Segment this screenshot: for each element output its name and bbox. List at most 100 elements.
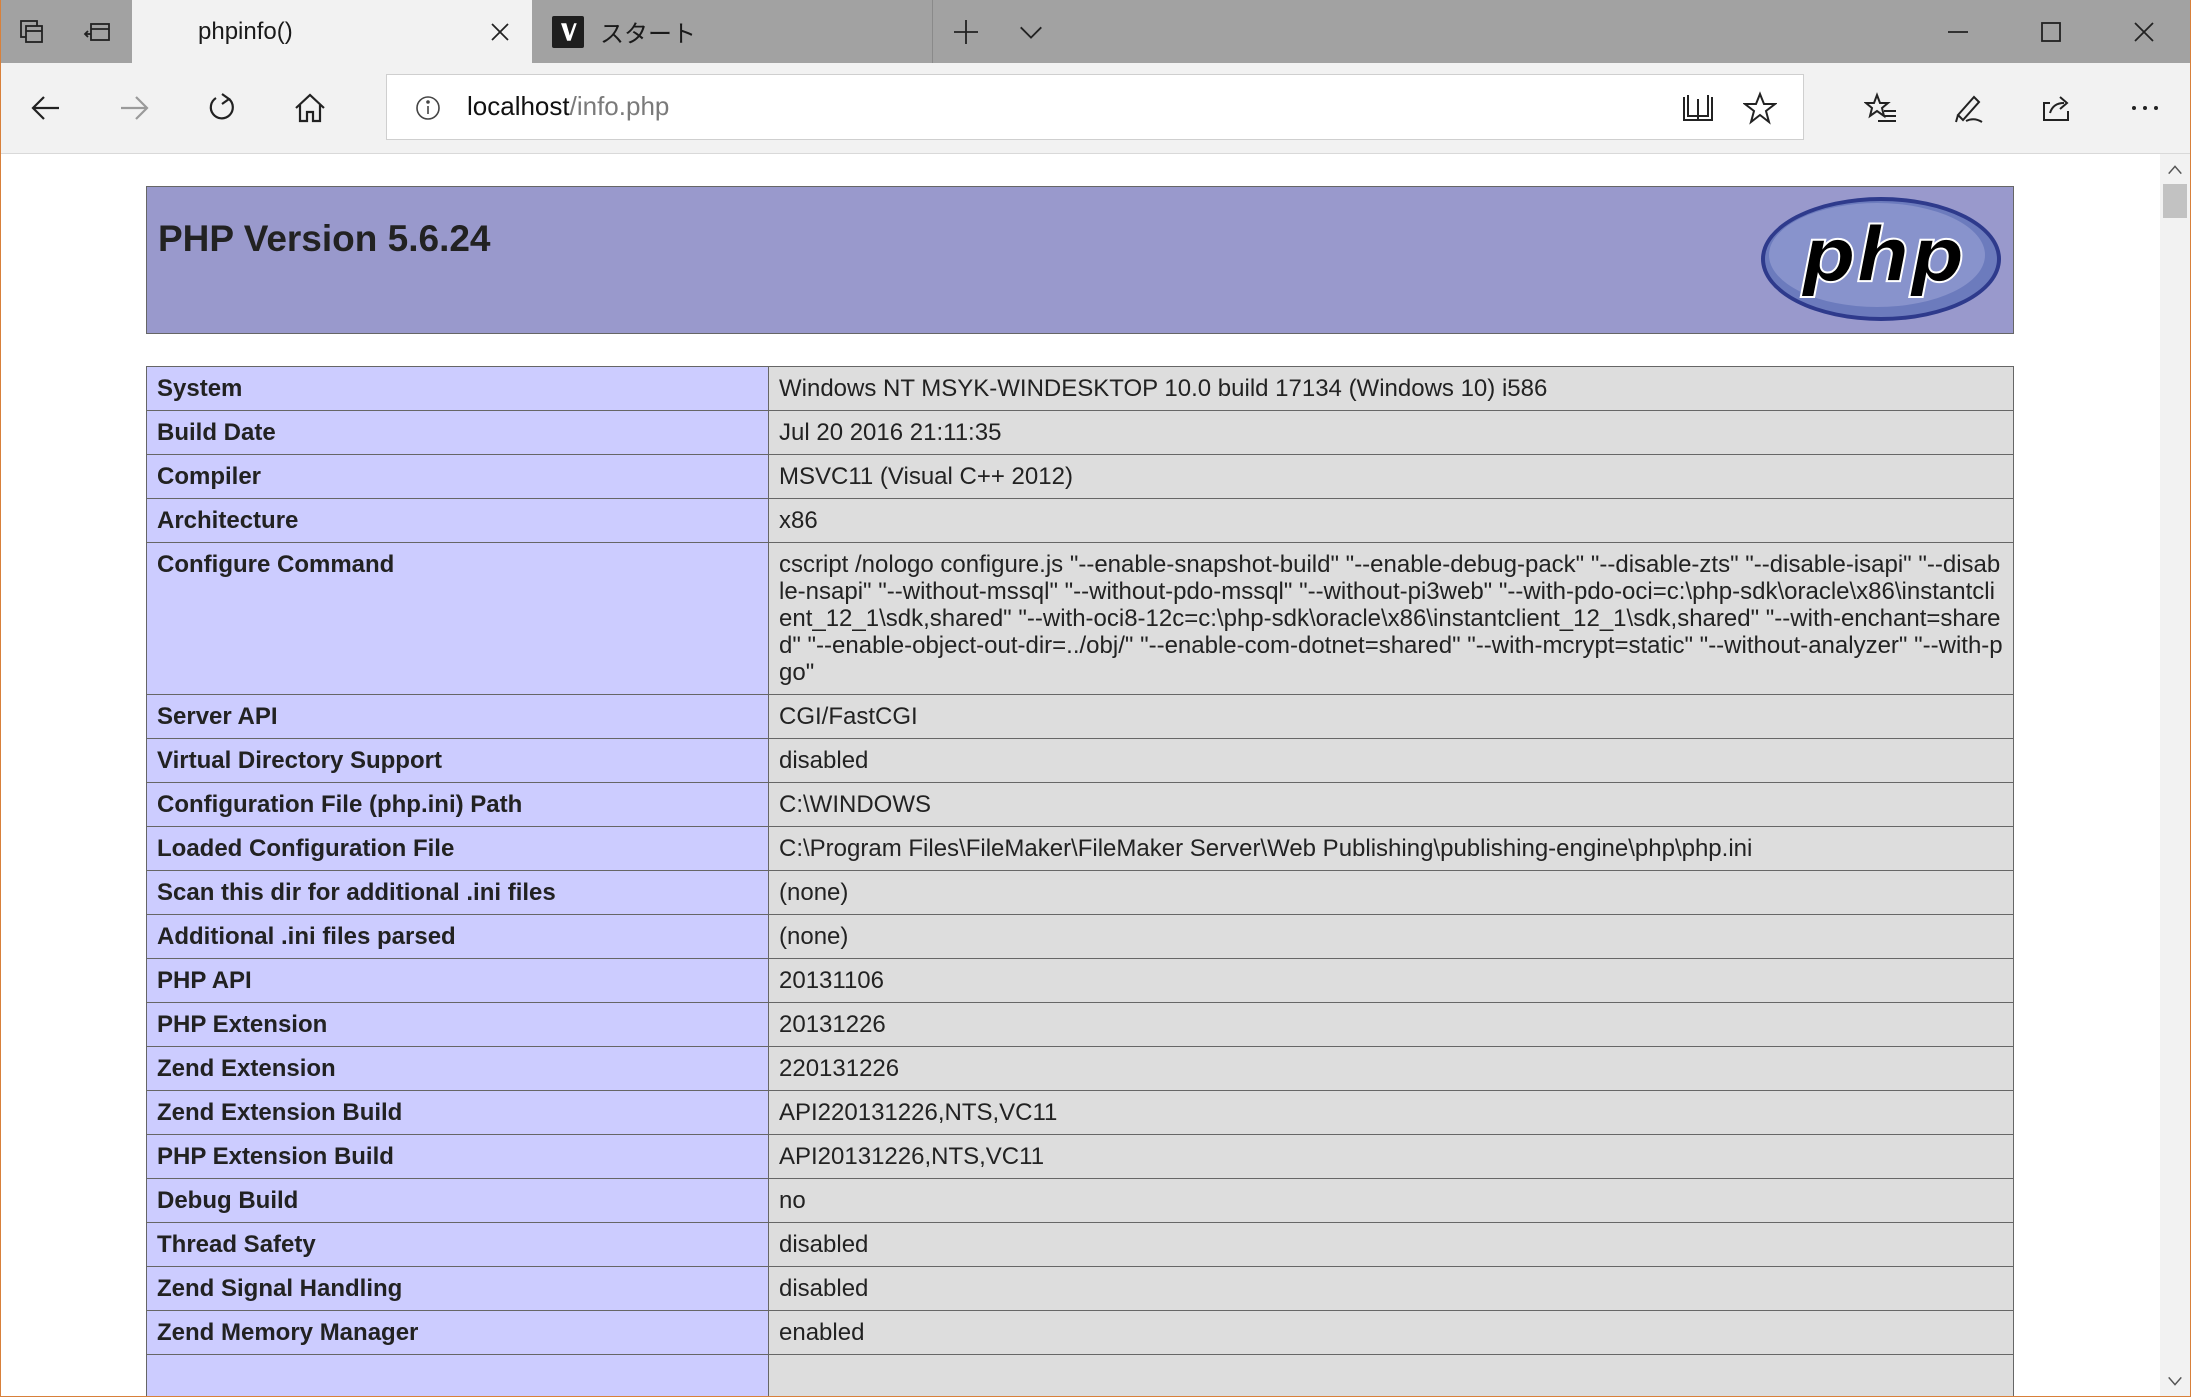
row-key: Compiler xyxy=(146,454,769,499)
php-header: PHP Version 5.6.24 php xyxy=(146,186,2014,334)
url-path: /info.php xyxy=(569,91,670,121)
row-key: Zend Memory Manager xyxy=(146,1310,769,1355)
table-row: Additional .ini files parsed (none) xyxy=(146,914,2014,959)
favorites-hub-icon[interactable] xyxy=(1837,63,1925,153)
table-row: PHP Extension Build API20131226,NTS,VC11 xyxy=(146,1134,2014,1179)
row-key: Server API xyxy=(146,694,769,739)
tab-title: phpinfo() xyxy=(198,17,293,45)
scroll-down-icon[interactable] xyxy=(2160,1367,2190,1395)
row-value: cscript /nologo configure.js "--enable-s… xyxy=(768,542,2014,695)
share-icon[interactable] xyxy=(2013,63,2101,153)
table-row: System Windows NT MSYK-WINDESKTOP 10.0 bu… xyxy=(146,366,2014,411)
row-value: C:\Program Files\FileMaker\FileMaker Ser… xyxy=(768,826,2014,871)
url-host: localhost xyxy=(467,91,570,121)
row-value: no xyxy=(768,1178,2014,1223)
row-value: (none) xyxy=(768,914,2014,959)
row-key: Configure Command xyxy=(146,542,769,695)
row-key xyxy=(146,1354,769,1397)
scrollbar[interactable] xyxy=(2160,154,2190,1397)
table-row: Configuration File (php.ini) Path C:\WIND… xyxy=(146,782,2014,827)
table-row: Debug Build no xyxy=(146,1178,2014,1223)
row-key: PHP Extension Build xyxy=(146,1134,769,1179)
row-value: disabled xyxy=(768,1222,2014,1267)
row-key: PHP Extension xyxy=(146,1002,769,1047)
more-icon[interactable] xyxy=(2101,63,2189,153)
php-logo-text: php xyxy=(1801,210,1965,299)
refresh-icon[interactable] xyxy=(178,63,266,153)
home-icon[interactable] xyxy=(266,63,354,153)
row-value: x86 xyxy=(768,498,2014,543)
table-row xyxy=(146,1354,2014,1397)
navigation-bar: localhost/info.php xyxy=(0,63,2191,154)
row-value: 20131106 xyxy=(768,958,2014,1003)
table-row: Thread Safety disabled xyxy=(146,1222,2014,1267)
row-value: API220131226,NTS,VC11 xyxy=(768,1090,2014,1135)
forward-icon[interactable] xyxy=(90,63,178,153)
scroll-up-icon[interactable] xyxy=(2160,156,2190,184)
tab-phpinfo[interactable]: phpinfo() xyxy=(132,0,532,63)
row-key: Configuration File (php.ini) Path xyxy=(146,782,769,827)
table-row: Build Date Jul 20 2016 21:11:35 xyxy=(146,410,2014,455)
table-row: Architecture x86 xyxy=(146,498,2014,543)
info-table: System Windows NT MSYK-WINDESKTOP 10.0 bu… xyxy=(146,366,2014,1397)
row-value: CGI/FastCGI xyxy=(768,694,2014,739)
row-key: Zend Extension Build xyxy=(146,1090,769,1135)
row-value: MSVC11 (Visual C++ 2012) xyxy=(768,454,2014,499)
tab-bar: phpinfo() スタート xyxy=(0,0,2191,63)
row-value: disabled xyxy=(768,1266,2014,1311)
row-value: disabled xyxy=(768,738,2014,783)
maximize-icon[interactable] xyxy=(2005,0,2097,63)
reading-view-icon[interactable] xyxy=(1675,85,1721,131)
chevron-down-icon[interactable] xyxy=(1000,0,1062,63)
table-row: Server API CGI/FastCGI xyxy=(146,694,2014,739)
row-key: Additional .ini files parsed xyxy=(146,914,769,959)
close-icon[interactable] xyxy=(484,16,516,48)
row-value: Jul 20 2016 21:11:35 xyxy=(768,410,2014,455)
restore-tabs-icon[interactable] xyxy=(66,0,130,63)
table-row: Compiler MSVC11 (Visual C++ 2012) xyxy=(146,454,2014,499)
table-row: Zend Extension 220131226 xyxy=(146,1046,2014,1091)
table-row: Zend Memory Manager enabled xyxy=(146,1310,2014,1355)
table-row: PHP Extension 20131226 xyxy=(146,1002,2014,1047)
table-row: Virtual Directory Support disabled xyxy=(146,738,2014,783)
start-page-icon xyxy=(552,16,584,48)
row-value: 220131226 xyxy=(768,1046,2014,1091)
tab-title: スタート xyxy=(600,21,696,48)
row-value: C:\WINDOWS xyxy=(768,782,2014,827)
row-key: PHP API xyxy=(146,958,769,1003)
favorite-star-icon[interactable] xyxy=(1737,85,1783,131)
row-key: Thread Safety xyxy=(146,1222,769,1267)
row-key: Build Date xyxy=(146,410,769,455)
row-value: enabled xyxy=(768,1310,2014,1355)
url-text[interactable]: localhost/info.php xyxy=(467,91,669,122)
row-value: Windows NT MSYK-WINDESKTOP 10.0 build 17… xyxy=(768,366,2014,411)
row-value: 20131226 xyxy=(768,1002,2014,1047)
table-row: Zend Extension Build API220131226,NTS,VC1… xyxy=(146,1090,2014,1135)
row-key: Virtual Directory Support xyxy=(146,738,769,783)
window-close-icon[interactable] xyxy=(2098,0,2190,63)
info-icon[interactable] xyxy=(413,93,443,123)
tab-divider xyxy=(932,0,933,63)
page-content: PHP Version 5.6.24 php System Windows NT … xyxy=(0,154,2160,1397)
address-bar[interactable]: localhost/info.php xyxy=(386,74,1804,140)
row-value xyxy=(768,1354,2014,1397)
web-note-icon[interactable] xyxy=(1925,63,2013,153)
row-key: Zend Extension xyxy=(146,1046,769,1091)
minimize-icon[interactable] xyxy=(1912,0,2004,63)
page-title: PHP Version 5.6.24 xyxy=(158,218,491,259)
tabs-aside-icon[interactable] xyxy=(0,0,64,63)
tab-start[interactable]: スタート xyxy=(532,0,932,63)
table-row: Loaded Configuration File C:\Program File… xyxy=(146,826,2014,871)
php-logo: php xyxy=(1761,197,2001,321)
back-icon[interactable] xyxy=(2,63,90,153)
row-key: Scan this dir for additional .ini files xyxy=(146,870,769,915)
row-key: System xyxy=(146,366,769,411)
row-value: API20131226,NTS,VC11 xyxy=(768,1134,2014,1179)
new-tab-icon[interactable] xyxy=(935,0,997,63)
table-row: Configure Command cscript /nologo configu… xyxy=(146,542,2014,695)
row-key: Loaded Configuration File xyxy=(146,826,769,871)
table-row: PHP API 20131106 xyxy=(146,958,2014,1003)
row-key: Architecture xyxy=(146,498,769,543)
row-key: Debug Build xyxy=(146,1178,769,1223)
scrollbar-thumb[interactable] xyxy=(2163,184,2187,218)
